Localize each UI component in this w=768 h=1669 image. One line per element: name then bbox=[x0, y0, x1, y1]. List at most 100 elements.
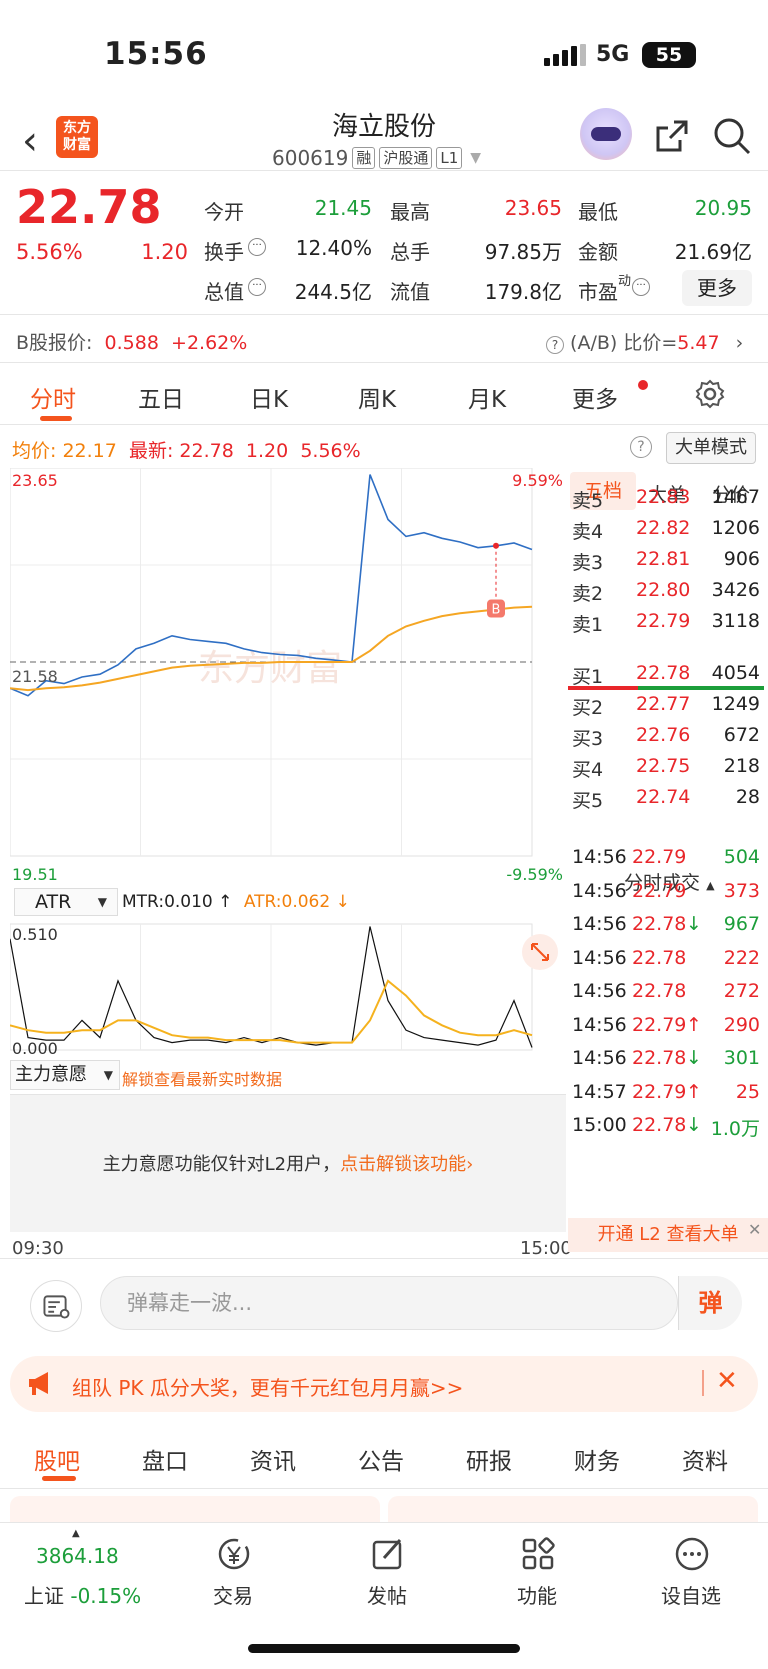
share-icon[interactable] bbox=[652, 116, 692, 156]
trade-price: 22.78 bbox=[632, 913, 687, 935]
tab-profile[interactable]: 资料 bbox=[682, 1442, 728, 1476]
trade-row: 14:56 22.78 272 bbox=[568, 980, 764, 1012]
bid-label: 买5 bbox=[572, 790, 604, 812]
ask-price: 22.83 bbox=[636, 486, 691, 508]
trade-price: 22.78 bbox=[632, 980, 687, 1002]
ask-volume: 3426 bbox=[711, 579, 760, 601]
trade-row: 14:57 22.79 ↑ 25 bbox=[568, 1081, 764, 1113]
tab-announcements[interactable]: 公告 bbox=[358, 1442, 404, 1476]
more-dots-icon[interactable]: ··· bbox=[248, 278, 266, 296]
expand-icon[interactable] bbox=[522, 934, 558, 970]
bid-label: 买3 bbox=[572, 728, 604, 750]
quote-value-amount: 21.69亿 bbox=[674, 240, 752, 264]
ab-ratio-label: (A/B) 比价= bbox=[570, 332, 678, 354]
bid-price: 22.76 bbox=[636, 724, 691, 746]
time-axis-start: 09:30 bbox=[12, 1238, 64, 1259]
l2-unlock-link[interactable]: 点击解锁该功能 bbox=[340, 1154, 466, 1175]
index-row[interactable]: 上证 -0.15% bbox=[24, 1580, 141, 1609]
more-dots-icon[interactable]: ··· bbox=[632, 278, 650, 296]
quote-label-volume: 总手 bbox=[390, 240, 430, 264]
stock-code: 600619 bbox=[272, 146, 349, 170]
quote-label-amount: 金额 bbox=[578, 240, 618, 264]
danmu-input[interactable]: 弹幕走一波... bbox=[100, 1276, 678, 1330]
bid-volume: 672 bbox=[723, 724, 760, 746]
post-edit-icon[interactable] bbox=[368, 1534, 408, 1574]
help-icon[interactable]: ? bbox=[630, 436, 652, 458]
l2-locked-text: 主力意愿功能仅针对L2用户， bbox=[102, 1154, 341, 1175]
trade-arrow: ↓ bbox=[686, 1047, 702, 1069]
function-grid-icon[interactable] bbox=[518, 1534, 558, 1574]
danmu-send-button[interactable]: 弹 bbox=[678, 1276, 742, 1330]
quote-label-total-cap: 总值 bbox=[204, 280, 244, 304]
tab-news[interactable]: 资讯 bbox=[250, 1442, 296, 1476]
nav-post[interactable]: 发帖 bbox=[342, 1580, 432, 1609]
trade-time: 14:56 bbox=[572, 980, 627, 1002]
quote-label-open: 今开 bbox=[204, 200, 244, 224]
trade-time: 14:56 bbox=[572, 879, 627, 902]
zhuli-unlock-hint[interactable]: 解锁查看最新实时数据 bbox=[122, 1066, 282, 1090]
tab-intraday[interactable]: 分时 bbox=[30, 380, 76, 414]
mtr-label: MTR:0.010 bbox=[122, 892, 213, 912]
bid-label: 买4 bbox=[572, 759, 604, 781]
avg-label: 均价: bbox=[12, 440, 57, 462]
ab-ratio[interactable]: ? (A/B) 比价=5.47 › bbox=[546, 328, 743, 355]
danmu-settings-icon[interactable] bbox=[30, 1280, 82, 1332]
promo-text[interactable]: 组队 PK 瓜分大奖，更有千元红包月月赢>> bbox=[72, 1372, 463, 1401]
tab-forum[interactable]: 股吧 bbox=[34, 1442, 80, 1476]
trade-row: 14:56 22.78 ↓ 301 bbox=[568, 1047, 764, 1079]
tab-daily-k[interactable]: 日K bbox=[250, 380, 288, 414]
add-watchlist-icon[interactable] bbox=[672, 1534, 712, 1574]
intraday-summary: 均价: 22.17 最新: 22.78 1.20 5.56% bbox=[12, 436, 361, 463]
trade-time: 14:56 bbox=[572, 1013, 627, 1036]
trade-time: 14:56 bbox=[572, 913, 627, 935]
close-icon[interactable]: ✕ bbox=[716, 1366, 738, 1396]
price-axis-top: 23.65 bbox=[12, 471, 58, 490]
more-button[interactable]: 更多 bbox=[682, 270, 752, 306]
nav-trade[interactable]: 交易 bbox=[188, 1580, 278, 1609]
trade-row: 14:56 22.79 373 bbox=[568, 880, 764, 912]
quote-value-total-cap: 244.5亿 bbox=[294, 280, 372, 304]
more-dots-icon[interactable]: ··· bbox=[248, 238, 266, 256]
bid-volume: 4054 bbox=[711, 662, 760, 684]
order-book-panel: 五档 大单 分价 卖5 22.83 1467 卖4 22.82 1206 卖3 22.81 90… bbox=[568, 470, 768, 1250]
nav-add-watchlist[interactable]: 设自选 bbox=[646, 1580, 736, 1609]
tab-monthly-k[interactable]: 月K bbox=[468, 380, 506, 414]
trade-yen-icon[interactable] bbox=[214, 1534, 254, 1574]
atr-arrow: ↓ bbox=[335, 892, 350, 912]
pct-axis-top: 9.59% bbox=[512, 471, 563, 490]
indicator-name: ATR bbox=[35, 891, 72, 913]
assistant-robot-icon[interactable] bbox=[580, 108, 632, 160]
quote-label-float-cap: 流值 bbox=[390, 280, 430, 304]
ask-label: 卖5 bbox=[572, 490, 604, 512]
index-value[interactable]: 3864.18 bbox=[36, 1544, 119, 1568]
search-icon[interactable] bbox=[712, 116, 752, 156]
index-pct: -0.15% bbox=[70, 1584, 142, 1608]
caret-down-icon: ▼ bbox=[97, 895, 107, 909]
quote-value-float-cap: 179.8亿 bbox=[484, 280, 562, 304]
tab-research[interactable]: 研报 bbox=[466, 1442, 512, 1476]
stock-code-row[interactable]: 600619 融 沪股通 L1 ▼ bbox=[272, 146, 481, 170]
close-icon[interactable]: ✕ bbox=[748, 1220, 761, 1239]
tab-weekly-k[interactable]: 周K bbox=[358, 380, 396, 414]
tab-more[interactable]: 更多 bbox=[572, 380, 618, 414]
ask-price: 22.81 bbox=[636, 548, 691, 570]
trade-volume: 967 bbox=[723, 913, 760, 935]
trade-price: 22.78 bbox=[632, 1114, 687, 1136]
zhuli-selector[interactable]: 主力意愿 ▼ bbox=[10, 1060, 120, 1090]
atr-legend: MTR:0.010 ↑ ATR:0.062 ↓ bbox=[122, 892, 350, 912]
trade-price: 22.78 bbox=[632, 946, 687, 969]
active-tab-indicator bbox=[42, 1476, 76, 1481]
settings-gear-icon[interactable] bbox=[694, 378, 726, 410]
nav-function[interactable]: 功能 bbox=[492, 1580, 582, 1609]
tab-finance[interactable]: 财务 bbox=[574, 1442, 620, 1476]
trade-row: 15:00 22.78 ↓ 1.0万 bbox=[568, 1114, 764, 1146]
indicator-selector[interactable]: ATR ▼ bbox=[14, 888, 118, 916]
trade-arrow: ↑ bbox=[686, 1013, 702, 1036]
big-order-mode-button[interactable]: 大单模式 bbox=[666, 432, 756, 464]
open-l2-button[interactable]: 开通 L2 查看大单 bbox=[568, 1218, 768, 1252]
ask-row: 卖5 22.83 1467 bbox=[568, 486, 764, 516]
tab-handicap[interactable]: 盘口 bbox=[142, 1442, 188, 1476]
dropdown-icon[interactable]: ▼ bbox=[470, 150, 481, 166]
ask-volume: 906 bbox=[723, 548, 760, 570]
tab-five-day[interactable]: 五日 bbox=[138, 380, 184, 414]
